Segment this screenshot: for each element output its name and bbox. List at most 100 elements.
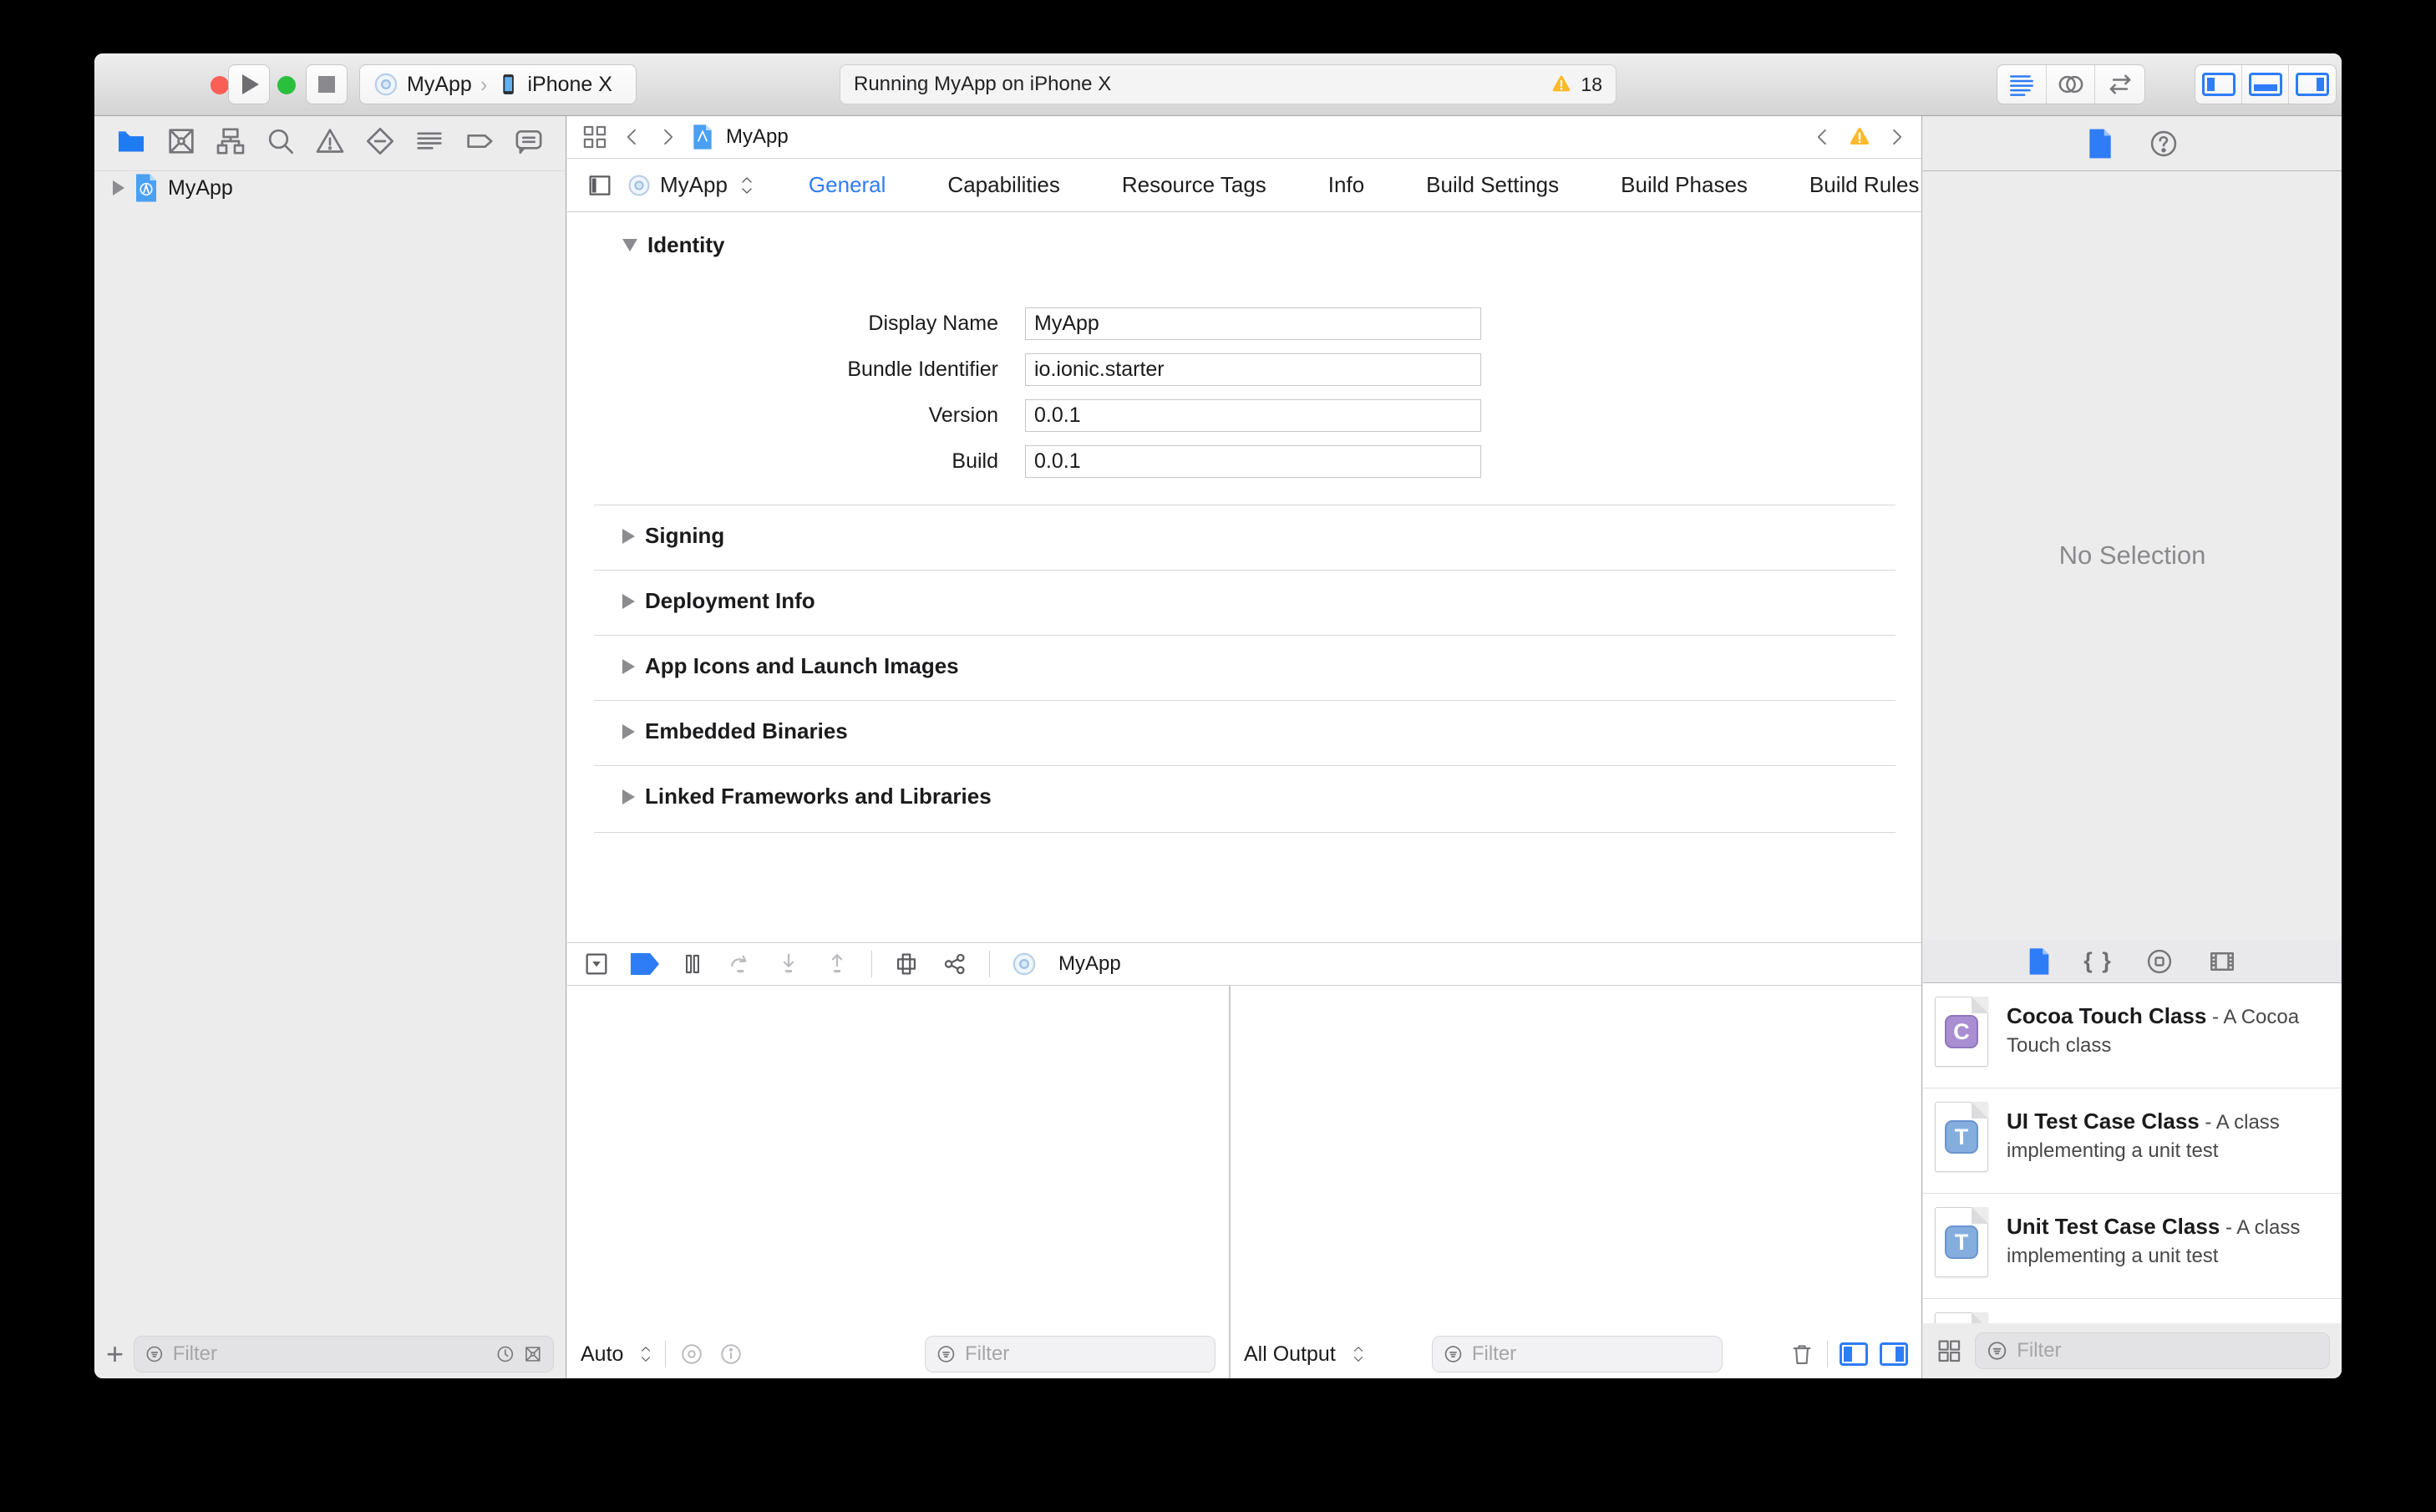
- navigator-panel-icon: [2201, 73, 2236, 96]
- object-library-tab[interactable]: [2144, 946, 2175, 977]
- disclosure-closed-icon[interactable]: [622, 723, 635, 739]
- stop-button[interactable]: [306, 64, 348, 104]
- tab-general[interactable]: General: [809, 172, 886, 198]
- clear-console-trash-icon[interactable]: [1789, 1341, 1815, 1367]
- grid-view-icon[interactable]: [1935, 1337, 1963, 1365]
- disclosure-open-icon[interactable]: [622, 239, 637, 251]
- library-item-unit-test-case-class[interactable]: T Unit Test Case Class - A class impleme…: [1923, 1194, 2342, 1299]
- step-over-button[interactable]: [726, 950, 754, 978]
- show-console-view-toggle[interactable]: [1880, 1342, 1908, 1366]
- breakpoint-navigator-tab[interactable]: [463, 124, 496, 162]
- build-field[interactable]: [1025, 445, 1481, 478]
- project-navigator-tab[interactable]: [114, 124, 148, 162]
- tab-build-rules[interactable]: Build Rules: [1809, 172, 1920, 198]
- jumpbar-file-label[interactable]: MyApp: [726, 125, 789, 149]
- source-control-status-icon[interactable]: [523, 1342, 543, 1367]
- back-chevron-icon[interactable]: [621, 125, 644, 149]
- identity-section-header[interactable]: Identity: [622, 232, 724, 258]
- scheme-selector[interactable]: MyApp › iPhone X: [359, 64, 637, 104]
- info-icon[interactable]: [718, 1342, 744, 1367]
- tab-build-settings[interactable]: Build Settings: [1426, 172, 1559, 198]
- linked-frameworks-section-header[interactable]: Linked Frameworks and Libraries: [622, 784, 992, 809]
- tab-resource-tags[interactable]: Resource Tags: [1122, 172, 1266, 198]
- template-file-icon: T: [1935, 1207, 1988, 1277]
- variables-scope-selector[interactable]: Auto: [581, 1342, 623, 1367]
- memory-graph-button[interactable]: [941, 950, 969, 978]
- close-window-button[interactable]: [211, 76, 229, 94]
- forward-chevron-icon[interactable]: [656, 125, 679, 149]
- previous-issue-button[interactable]: [1811, 125, 1835, 149]
- next-issue-button[interactable]: [1885, 125, 1908, 149]
- activity-status-bar[interactable]: Running MyApp on iPhone X 18: [840, 64, 1616, 104]
- library-item-ui-test-case-class[interactable]: T UI Test Case Class - A class implement…: [1923, 1088, 2342, 1194]
- code-snippet-library-tab[interactable]: { }: [2083, 948, 2113, 974]
- target-selector[interactable]: MyApp: [626, 172, 755, 199]
- debug-process-label[interactable]: MyApp: [1058, 952, 1121, 976]
- report-navigator-tab[interactable]: [512, 124, 546, 162]
- tab-capabilities[interactable]: Capabilities: [947, 172, 1059, 198]
- project-row[interactable]: MyApp: [94, 171, 566, 205]
- console-filter-field[interactable]: [1431, 1336, 1723, 1372]
- disclosure-closed-icon[interactable]: [622, 528, 635, 544]
- toggle-debug-area-button[interactable]: [2242, 65, 2289, 104]
- quicklook-eye-icon[interactable]: [678, 1342, 706, 1367]
- step-into-button[interactable]: [774, 950, 803, 978]
- symbol-navigator-tab[interactable]: [214, 124, 247, 162]
- app-icons-section-header[interactable]: App Icons and Launch Images: [622, 653, 959, 679]
- console-filter-input[interactable]: [1471, 1342, 1712, 1366]
- help-inspector-tab[interactable]: [2148, 128, 2180, 160]
- library-item-cocoa-touch-class[interactable]: C Cocoa Touch Class - A Cocoa Touch clas…: [1923, 983, 2342, 1088]
- library-item-partial[interactable]: [1923, 1299, 2342, 1323]
- navigator-filter-input[interactable]: [172, 1342, 487, 1366]
- issue-warning-badge[interactable]: [1846, 124, 1873, 150]
- toggle-inspector-button[interactable]: [2289, 65, 2336, 104]
- activate-breakpoints-button[interactable]: [631, 953, 659, 975]
- variables-filter-input[interactable]: [964, 1342, 1205, 1366]
- related-items-icon[interactable]: [581, 123, 609, 151]
- collapse-targets-list-icon[interactable]: [586, 171, 614, 200]
- debug-navigator-tab[interactable]: [413, 124, 446, 162]
- console-scope-selector[interactable]: All Output: [1244, 1342, 1336, 1367]
- step-out-button[interactable]: [823, 950, 851, 978]
- version-editor-button[interactable]: [2095, 65, 2144, 104]
- stop-icon: [318, 76, 335, 93]
- tab-build-phases[interactable]: Build Phases: [1621, 172, 1748, 198]
- toggle-navigator-button[interactable]: [2195, 65, 2242, 104]
- variables-filter-field[interactable]: [925, 1336, 1215, 1372]
- signing-section-header[interactable]: Signing: [622, 523, 724, 549]
- version-field[interactable]: [1025, 399, 1481, 432]
- view-ui-hierarchy-button[interactable]: [892, 950, 921, 978]
- embedded-binaries-section-header[interactable]: Embedded Binaries: [622, 718, 848, 744]
- disclosure-closed-icon[interactable]: [622, 789, 635, 804]
- run-button[interactable]: [228, 64, 270, 104]
- hide-debug-area-button[interactable]: [582, 950, 611, 978]
- recent-files-clock-icon[interactable]: [495, 1342, 515, 1367]
- pause-execution-button[interactable]: [679, 951, 706, 977]
- disclosure-triangle-icon[interactable]: [113, 180, 124, 195]
- media-library-tab[interactable]: [2206, 946, 2238, 977]
- section-divider: [594, 570, 1896, 571]
- standard-editor-button[interactable]: [1997, 65, 2047, 104]
- identity-section-title: Identity: [647, 232, 725, 257]
- show-variables-view-toggle[interactable]: [1840, 1342, 1868, 1366]
- disclosure-closed-icon[interactable]: [622, 658, 635, 674]
- bundle-identifier-field[interactable]: [1025, 353, 1481, 386]
- add-button[interactable]: +: [106, 1339, 124, 1369]
- library-filter-input[interactable]: [2017, 1338, 2319, 1362]
- source-control-navigator-tab[interactable]: [165, 124, 198, 162]
- assistant-editor-button[interactable]: [2047, 65, 2096, 104]
- template-library-list: C Cocoa Touch Class - A Cocoa Touch clas…: [1923, 983, 2342, 1323]
- navigator-filter-field[interactable]: [134, 1336, 554, 1372]
- tab-info[interactable]: Info: [1328, 172, 1364, 198]
- disclosure-closed-icon[interactable]: [622, 593, 635, 609]
- file-template-library-tab[interactable]: [2027, 947, 2052, 976]
- library-filter-field[interactable]: [1975, 1332, 2330, 1369]
- inspector-panel-icon: [2296, 73, 2329, 96]
- find-navigator-tab[interactable]: [264, 124, 297, 162]
- zoom-window-button[interactable]: [277, 76, 296, 94]
- issue-navigator-tab[interactable]: [313, 124, 347, 162]
- display-name-field[interactable]: [1025, 307, 1481, 340]
- file-inspector-tab[interactable]: [2086, 128, 2114, 160]
- deployment-info-section-header[interactable]: Deployment Info: [622, 588, 815, 614]
- test-navigator-tab[interactable]: [363, 124, 397, 162]
